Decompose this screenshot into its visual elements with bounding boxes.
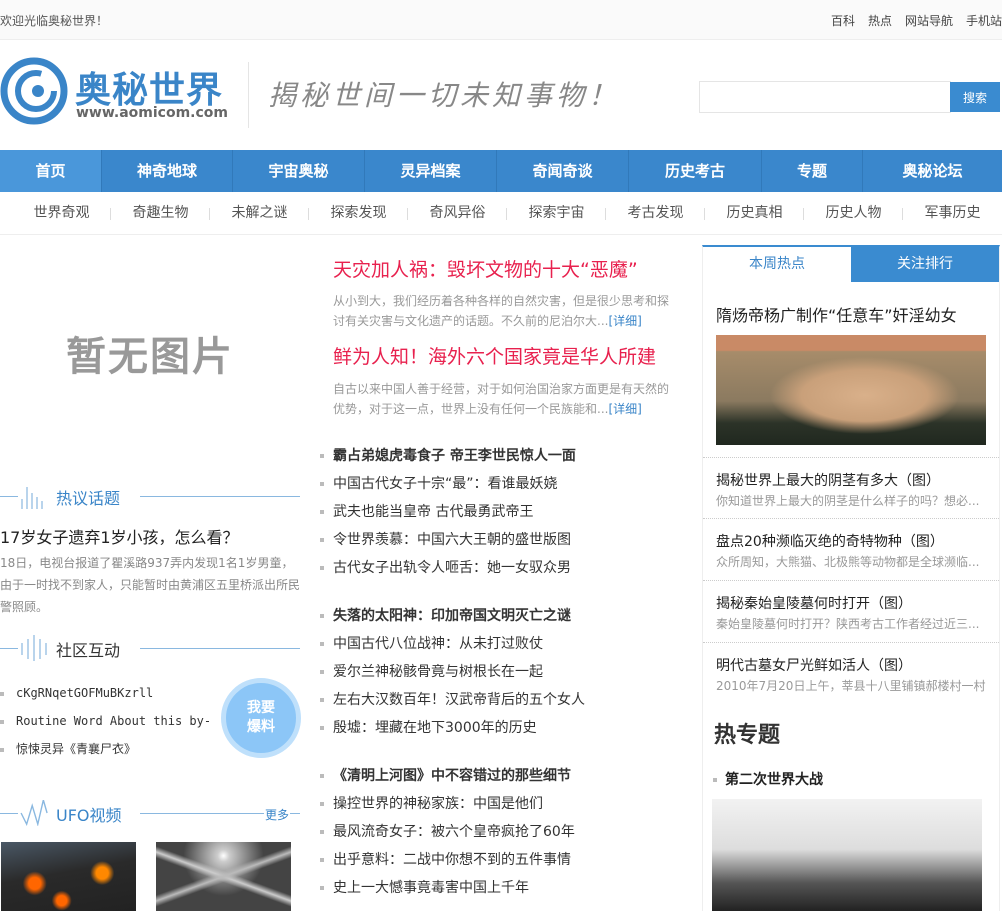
nav-earth[interactable]: 神奇地球 (102, 150, 233, 192)
sub-nav: 世界奇观 奇趣生物 未解之谜 探索发现 奇风异俗 探索宇宙 考古发现 历史真相 … (0, 192, 1002, 235)
list-item[interactable]: 操控世界的神秘家族：中国是他们 (333, 790, 575, 818)
wave-icon (20, 800, 48, 826)
article-list: 霸占弟媳虎毒食子 帝王李世民惊人一面 中国古代女子十宗“最”：看谁最妖娆 武夫也… (333, 442, 576, 582)
list-item[interactable]: 出乎意料：二战中你想不到的五件事情 (333, 846, 575, 874)
search-button[interactable]: 搜索 (950, 82, 1000, 112)
logo[interactable]: 奥秘世界 www.aomicom.com (0, 55, 240, 130)
subnav-item[interactable]: 历史人物 (804, 192, 903, 234)
logo-url: www.aomicom.com (76, 105, 229, 121)
hot-topic-title[interactable]: 17岁女子遗弃1岁小孩，怎么看？ (0, 524, 239, 548)
swirl-logo-icon (0, 57, 68, 125)
community-header: 社区互动 (0, 633, 300, 663)
list-item[interactable]: 古代女子出轨令人咂舌：她一女驭众男 (333, 554, 576, 582)
list-item[interactable]: cKgRNqetGOFMuBKzrll (0, 682, 211, 710)
featured-image[interactable] (716, 335, 986, 445)
list-item[interactable]: 左右大汉数百年！汉武帝背后的五个女人 (333, 686, 585, 714)
nav-supernatural[interactable]: 灵异档案 (365, 150, 497, 192)
top-link-hot[interactable]: 热点 (868, 12, 892, 29)
hot-topic-header: 热议话题 (0, 481, 300, 511)
list-item[interactable]: 令世界羡慕：中国六大王朝的盛世版图 (333, 526, 576, 554)
list-item[interactable]: 中国古代女子十宗“最”：看谁最妖娆 (333, 470, 576, 498)
nav-universe[interactable]: 宇宙奥秘 (233, 150, 365, 192)
list-item[interactable]: 揭秘秦始皇陵墓何时打开（图） 秦始皇陵墓何时打开？陕西考古工作者经过近三... (703, 581, 999, 643)
detail-link[interactable]: [详细] (608, 402, 641, 416)
bubble-line: 爆料 (247, 719, 275, 735)
subnav-item[interactable]: 历史真相 (705, 192, 804, 234)
subnav-item[interactable]: 世界奇观 (12, 192, 111, 234)
subnav-item[interactable]: 未解之谜 (210, 192, 309, 234)
detail-link[interactable]: [详细] (608, 314, 641, 328)
list-item[interactable]: 最风流奇女子：被六个皇帝疯抢了60年 (333, 818, 575, 846)
list-item[interactable]: 惊悚灵异《青襄尸衣》 (0, 738, 211, 766)
section-title: 社区互动 (56, 641, 121, 660)
sound-bars-icon (21, 487, 43, 509)
list-item[interactable]: 霸占弟媳虎毒食子 帝王李世民惊人一面 (333, 442, 576, 470)
search-input[interactable] (699, 81, 951, 113)
list-item[interactable]: 殷墟：埋藏在地下3000年的历史 (333, 714, 585, 742)
item-desc: 秦始皇陵墓何时打开？陕西考古工作者经过近三... (716, 617, 980, 631)
bubble-line: 我要 (247, 700, 275, 716)
subnav-item[interactable]: 探索发现 (309, 192, 408, 234)
header-divider (248, 62, 249, 128)
subnav-item[interactable]: 考古发现 (606, 192, 705, 234)
ufo-video-thumbnail[interactable] (156, 842, 291, 911)
nav-oddities[interactable]: 奇闻奇谈 (497, 150, 629, 192)
top-link-baike[interactable]: 百科 (831, 12, 855, 29)
slogan: 揭秘世间一切未知事物！ (268, 79, 621, 112)
community-list: cKgRNqetGOFMuBKzrll Routine Word About t… (0, 682, 211, 766)
subnav-item[interactable]: 奇趣生物 (111, 192, 210, 234)
item-title: 揭秘世界上最大的阴茎有多大（图） (716, 473, 940, 489)
section-title: 热议话题 (56, 489, 121, 508)
item-title: 盘点20种濒临灭绝的奇特物种（图） (716, 534, 944, 550)
list-item[interactable]: 爱尔兰神秘骸骨竟与树根长在一起 (333, 658, 585, 686)
item-title: 明代古墓女尸光鲜如活人（图） (716, 658, 912, 674)
nav-home[interactable]: 首页 (0, 150, 102, 192)
section-title: UFO视频 (56, 806, 122, 825)
no-image-placeholder[interactable]: 暂无图片 (0, 245, 300, 460)
list-item[interactable]: 中国古代八位战神：从未打过败仗 (333, 630, 585, 658)
list-item[interactable]: 盘点20种濒临灭绝的奇特物种（图） 众所周知，大熊猫、北极熊等动物都是全球濒临.… (703, 519, 999, 581)
item-desc: 你知道世界上最大的阴茎是什么样子的吗？想必... (716, 494, 980, 508)
list-item[interactable]: 武夫也能当皇帝 古代最勇武帝王 (333, 498, 576, 526)
ufo-video-thumbnail[interactable] (1, 842, 136, 911)
headline-link[interactable]: 鲜为人知！海外六个国家竟是华人所建 (333, 342, 656, 369)
item-desc: 众所周知，大熊猫、北极熊等动物都是全球濒临... (716, 555, 980, 569)
list-item[interactable]: 明代古墓女尸光鲜如活人（图） 2010年7月20日上午，莘县十八里铺镇郝楼村一村… (703, 643, 999, 705)
list-item[interactable]: 《清明上河图》中不容错过的那些细节 (333, 762, 575, 790)
nav-history[interactable]: 历史考古 (629, 150, 762, 192)
headline-link[interactable]: 天灾加人祸：毁坏文物的十大“恶魔” (333, 255, 638, 282)
sound-bars-icon (21, 635, 47, 661)
main-nav: 首页 神奇地球 宇宙奥秘 灵异档案 奇闻奇谈 历史考古 专题 奥秘论坛 (0, 150, 1002, 192)
list-item[interactable]: 揭秘世界上最大的阴茎有多大（图） 你知道世界上最大的阴茎是什么样子的吗？想必..… (703, 457, 999, 519)
headline-desc: 自古以来中国人善于经营，对于如何治国治家方面更是有天然的优势，对于这一点，世界上… (333, 379, 678, 419)
list-item[interactable]: 史上一大憾事竟毒害中国上千年 (333, 874, 575, 902)
submit-tip-button[interactable]: 我要 爆料 (221, 678, 301, 758)
article-list: 《清明上河图》中不容错过的那些细节 操控世界的神秘家族：中国是他们 最风流奇女子… (333, 762, 575, 902)
subnav-item[interactable]: 军事历史 (903, 192, 1002, 234)
welcome-text: 欢迎光临奥秘世界！ (0, 14, 109, 28)
more-link[interactable]: 更多 (263, 806, 290, 823)
topic-image[interactable] (712, 799, 982, 911)
item-desc: 2010年7月20日上午，莘县十八里铺镇郝楼村一村... (716, 679, 986, 693)
top-link-sitemap[interactable]: 网站导航 (905, 12, 953, 29)
list-item[interactable]: 失落的太阳神：印加帝国文明灭亡之谜 (333, 602, 585, 630)
tab-weekly-hot[interactable]: 本周热点 (703, 247, 851, 282)
hot-topic-desc: 18日，电视台报道了瞿溪路937弄内发现1名1岁男童，由于一时找不到家人，只能暂… (0, 556, 301, 614)
featured-title[interactable]: 隋炀帝杨广制作“任意车”奸淫幼女 (716, 302, 957, 326)
subnav-item[interactable]: 奇风异俗 (408, 192, 507, 234)
list-item[interactable]: Routine Word About this by- (0, 710, 211, 738)
tab-ranking[interactable]: 关注排行 (851, 247, 999, 282)
top-bar: 欢迎光临奥秘世界！ 百科 热点 网站导航 手机站 (0, 0, 1002, 40)
nav-forum[interactable]: 奥秘论坛 (863, 150, 1002, 192)
topic-link[interactable]: 第二次世界大战 (713, 769, 823, 789)
top-link-mobile[interactable]: 手机站 (966, 12, 1002, 29)
hot-topics-heading: 热专题 (714, 722, 781, 748)
subnav-item[interactable]: 探索宇宙 (507, 192, 606, 234)
nav-topics[interactable]: 专题 (762, 150, 863, 192)
item-title: 揭秘秦始皇陵墓何时打开（图） (716, 596, 912, 612)
headline-desc: 从小到大，我们经历着各种各样的自然灾害，但是很少思考和探讨有关灾害与文化遗产的话… (333, 291, 678, 331)
right-panel: 本周热点 关注排行 隋炀帝杨广制作“任意车”奸淫幼女 揭秘世界上最大的阴茎有多大… (702, 245, 1000, 911)
ufo-header: UFO视频 更多 (0, 798, 300, 828)
article-list: 失落的太阳神：印加帝国文明灭亡之谜 中国古代八位战神：从未打过败仗 爱尔兰神秘骸… (333, 602, 585, 742)
